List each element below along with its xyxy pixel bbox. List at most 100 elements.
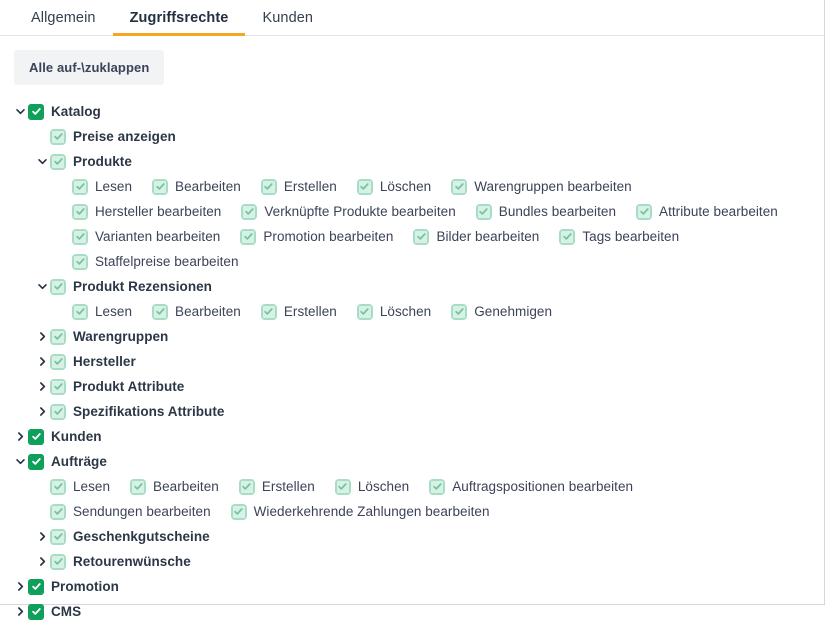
checkbox-verknüpfte-produkte-bearbeiten[interactable] [241,204,257,220]
checkbox-warengruppen[interactable] [50,329,66,345]
tree-node-label: Warengruppen [73,329,168,344]
check-icon [52,156,64,168]
permission-label: Löschen [358,479,409,494]
permission-sendungen-bearbeiten[interactable]: Sendungen bearbeiten [50,499,211,524]
checkbox-geschenkgutscheine[interactable] [50,529,66,545]
permission-warengruppen-bearbeiten[interactable]: Warengruppen bearbeiten [451,174,632,199]
checkbox-wiederkehrende-zahlungen-bearbeiten[interactable] [231,504,247,520]
checkbox-lesen[interactable] [72,304,88,320]
tab-allgemein[interactable]: Allgemein [14,0,113,35]
checkbox-bearbeiten[interactable] [130,479,146,495]
permission-bearbeiten[interactable]: Bearbeiten [130,474,219,499]
permission-löschen[interactable]: Löschen [357,174,431,199]
checkbox-promotion-bearbeiten[interactable] [240,229,256,245]
checkbox-retourenwünsche[interactable] [50,554,66,570]
chevron-right-icon[interactable] [12,604,28,620]
checkbox-warengruppen-bearbeiten[interactable] [451,179,467,195]
chevron-down-icon[interactable] [34,279,50,295]
tab-kunden[interactable]: Kunden [245,0,330,35]
checkbox-bearbeiten[interactable] [152,179,168,195]
checkbox-bearbeiten[interactable] [152,304,168,320]
checkbox-tags-bearbeiten[interactable] [559,229,575,245]
checkbox-preise-anzeigen[interactable] [50,129,66,145]
check-icon [52,506,64,518]
chevron-right-icon[interactable] [34,404,50,420]
checkbox-produkt-attribute[interactable] [50,379,66,395]
chevron-right-icon[interactable] [34,379,50,395]
checkbox-produkt-rezensionen[interactable] [50,279,66,295]
permission-bearbeiten[interactable]: Bearbeiten [152,299,241,324]
check-icon [52,331,64,343]
chevron-down-icon[interactable] [34,154,50,170]
checkbox-erstellen[interactable] [239,479,255,495]
checkbox-varianten-bearbeiten[interactable] [72,229,88,245]
permission-löschen[interactable]: Löschen [335,474,409,499]
checkbox-löschen[interactable] [357,304,373,320]
checkbox-staffelpreise-bearbeiten[interactable] [72,254,88,270]
checkbox-produkte[interactable] [50,154,66,170]
permission-erstellen[interactable]: Erstellen [261,299,337,324]
checkbox-erstellen[interactable] [261,304,277,320]
checkbox-aufträge[interactable] [28,454,44,470]
check-icon [359,181,371,193]
checkbox-hersteller[interactable] [50,354,66,370]
permission-erstellen[interactable]: Erstellen [261,174,337,199]
permission-genehmigen[interactable]: Genehmigen [451,299,552,324]
checkbox-sendungen-bearbeiten[interactable] [50,504,66,520]
tree-node-label: Hersteller [73,354,136,369]
check-icon [154,306,166,318]
check-icon [243,206,255,218]
permission-bundles-bearbeiten[interactable]: Bundles bearbeiten [476,199,616,224]
permission-varianten-bearbeiten[interactable]: Varianten bearbeiten [72,224,220,249]
tree-node-produkt-attribute: Produkt Attribute [0,374,824,399]
check-icon [453,181,465,193]
chevron-right-icon[interactable] [12,579,28,595]
checkbox-lesen[interactable] [72,179,88,195]
permission-lesen[interactable]: Lesen [72,299,132,324]
tree-node-produkte: Produkte [0,149,824,174]
permission-erstellen[interactable]: Erstellen [239,474,315,499]
checkbox-hersteller-bearbeiten[interactable] [72,204,88,220]
permission-bilder-bearbeiten[interactable]: Bilder bearbeiten [413,224,539,249]
permission-hersteller-bearbeiten[interactable]: Hersteller bearbeiten [72,199,221,224]
permission-promotion-bearbeiten[interactable]: Promotion bearbeiten [240,224,393,249]
chevron-down-icon[interactable] [12,454,28,470]
permission-auftragspositionen-bearbeiten[interactable]: Auftragspositionen bearbeiten [429,474,633,499]
checkbox-bilder-bearbeiten[interactable] [413,229,429,245]
permission-group: Lesen Bearbeiten Erstellen Löschen Warengrup… [0,174,824,274]
tab-zugriffsrechte[interactable]: Zugriffsrechte [113,0,246,35]
checkbox-auftragspositionen-bearbeiten[interactable] [429,479,445,495]
checkbox-bundles-bearbeiten[interactable] [476,204,492,220]
chevron-down-icon[interactable] [12,104,28,120]
permissions-tree: KatalogPreise anzeigenProdukteLesenBearb… [0,95,824,624]
check-icon [337,481,349,493]
checkbox-lesen[interactable] [50,479,66,495]
permission-wiederkehrende-zahlungen-bearbeiten[interactable]: Wiederkehrende Zahlungen bearbeiten [231,499,490,524]
check-icon [478,206,490,218]
checkbox-kunden[interactable] [28,429,44,445]
chevron-right-icon[interactable] [12,429,28,445]
chevron-right-icon[interactable] [34,554,50,570]
checkbox-genehmigen[interactable] [451,304,467,320]
permission-label: Bearbeiten [175,304,241,319]
permission-lesen[interactable]: Lesen [50,474,110,499]
checkbox-promotion[interactable] [28,579,44,595]
permission-tags-bearbeiten[interactable]: Tags bearbeiten [559,224,679,249]
checkbox-cms[interactable] [28,604,44,620]
permission-staffelpreise-bearbeiten[interactable]: Staffelpreise bearbeiten [72,249,239,274]
checkbox-löschen[interactable] [357,179,373,195]
checkbox-löschen[interactable] [335,479,351,495]
checkbox-attribute-bearbeiten[interactable] [636,204,652,220]
permission-bearbeiten[interactable]: Bearbeiten [152,174,241,199]
chevron-right-icon[interactable] [34,329,50,345]
collapse-expand-all-button[interactable]: Alle auf-\zuklappen [14,50,164,85]
chevron-right-icon[interactable] [34,354,50,370]
checkbox-katalog[interactable] [28,104,44,120]
checkbox-erstellen[interactable] [261,179,277,195]
permission-lesen[interactable]: Lesen [72,174,132,199]
chevron-right-icon[interactable] [34,529,50,545]
permission-löschen[interactable]: Löschen [357,299,431,324]
permission-attribute-bearbeiten[interactable]: Attribute bearbeiten [636,199,778,224]
permission-verknüpfte-produkte-bearbeiten[interactable]: Verknüpfte Produkte bearbeiten [241,199,455,224]
checkbox-spezifikations-attribute[interactable] [50,404,66,420]
